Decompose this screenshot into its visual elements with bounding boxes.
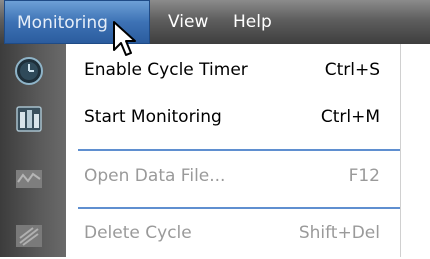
wave-icon xyxy=(16,170,42,188)
menu-separator xyxy=(78,207,400,209)
menu-item-start-monitoring[interactable]: Start Monitoring Ctrl+M xyxy=(0,99,400,143)
menu-item-label: Open Data File... xyxy=(84,166,226,186)
menu-item-label: Start Monitoring xyxy=(84,107,222,127)
menu-separator xyxy=(78,149,400,151)
menu-help[interactable]: Help xyxy=(233,0,272,44)
menu-item-shortcut: Shift+Del xyxy=(298,223,380,243)
mouse-cursor-icon xyxy=(113,21,136,56)
menu-bar: Monitoring View Help xyxy=(0,0,430,44)
menu-item-label: Enable Cycle Timer xyxy=(84,60,248,80)
menu-item-enable-cycle-timer[interactable]: Enable Cycle Timer Ctrl+S xyxy=(0,52,400,96)
menu-item-delete-cycle[interactable]: Delete Cycle Shift+Del xyxy=(0,215,400,259)
menu-item-label: Delete Cycle xyxy=(84,223,192,243)
delete-cycle-icon xyxy=(16,225,42,247)
menu-item-shortcut: Ctrl+M xyxy=(320,107,380,127)
monitoring-dropdown: Enable Cycle Timer Ctrl+S Start Monitori… xyxy=(0,44,401,257)
menu-item-open-data-file[interactable]: Open Data File... F12 xyxy=(0,158,400,202)
menu-item-shortcut: Ctrl+S xyxy=(324,60,380,80)
monitor-icon xyxy=(16,106,42,132)
menu-view[interactable]: View xyxy=(168,0,208,44)
clock-icon xyxy=(15,57,43,85)
menu-item-shortcut: F12 xyxy=(348,166,380,186)
